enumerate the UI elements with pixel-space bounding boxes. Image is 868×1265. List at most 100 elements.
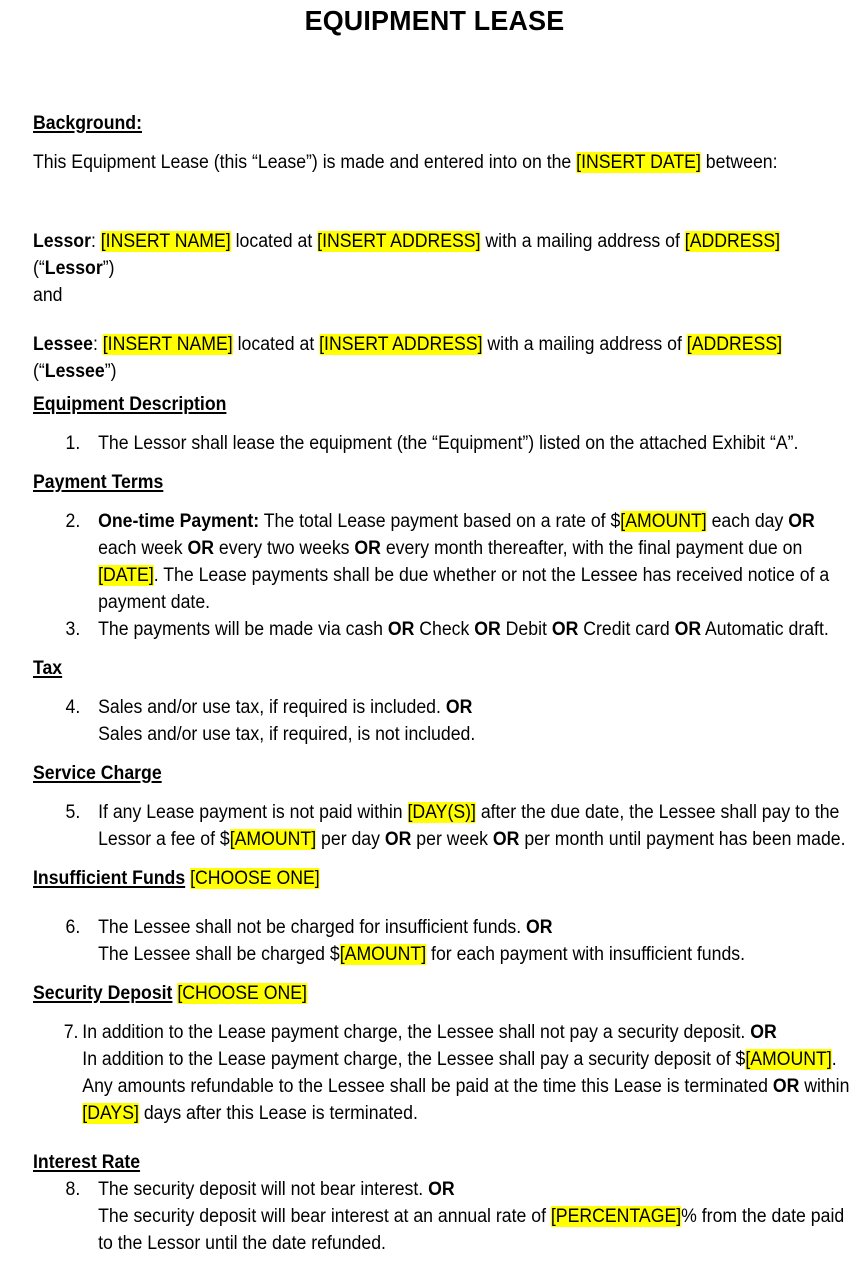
party-lessee-term: Lessee xyxy=(44,361,105,382)
list-item-1-text: The Lessor shall lease the equipment (th… xyxy=(98,433,799,454)
placeholder-payment-amount[interactable]: [AMOUNT] xyxy=(620,511,707,532)
item5-text-5: per month until payment has been made. xyxy=(519,829,846,850)
list-item-2: 2. One-time Payment: The total Lease pay… xyxy=(33,508,858,616)
placeholder-lessee-address[interactable]: [INSERT ADDRESS] xyxy=(319,334,483,355)
placeholder-security-deposit-choose-one[interactable]: [CHOOSE ONE] xyxy=(177,983,307,1004)
placeholder-refund-days[interactable]: [DAYS] xyxy=(82,1103,139,1124)
item6-option-b-text-1: The Lessee shall be charged $ xyxy=(98,944,340,965)
section-heading-tax-label: Tax xyxy=(33,658,63,679)
party-lessor-paragraph: Lessor: [INSERT NAME] located at [INSERT… xyxy=(33,228,858,282)
party-lessor-located-at: located at xyxy=(230,231,318,252)
item3-text-3: Debit xyxy=(500,619,552,640)
section-heading-equipment-description-label: Equipment Description xyxy=(33,394,227,415)
placeholder-interest-percentage[interactable]: [PERCENTAGE] xyxy=(550,1206,682,1227)
placeholder-insufficient-funds-choose-one[interactable]: [CHOOSE ONE] xyxy=(190,868,320,889)
placeholder-lessor-address[interactable]: [INSERT ADDRESS] xyxy=(317,231,481,252)
list-item-3-number: 3. xyxy=(65,619,81,640)
party-lessee-paragraph: Lessee: [INSERT NAME] located at [INSERT… xyxy=(33,331,858,385)
item3-text-5: Automatic draft. xyxy=(701,619,829,640)
item6-option-a: The Lessee shall not be charged for insu… xyxy=(98,917,527,938)
section-heading-service-charge-label: Service Charge xyxy=(33,763,162,784)
party-lessee-quote-open: (“ xyxy=(33,361,45,382)
section-heading-insufficient-funds: Insufficient Funds [CHOOSE ONE] xyxy=(33,865,858,892)
placeholder-lessor-name[interactable]: [INSERT NAME] xyxy=(100,231,231,252)
item3-text-1: The payments will be made via cash xyxy=(98,619,388,640)
item7-or-b: OR xyxy=(772,1076,800,1097)
section-heading-security-deposit: Security Deposit [CHOOSE ONE] xyxy=(33,980,858,1007)
placeholder-insufficient-funds-amount[interactable]: [AMOUNT] xyxy=(339,944,427,965)
placeholder-grace-days[interactable]: [DAY(S)] xyxy=(407,802,476,823)
list-item-6: 6. The Lessee shall not be charged for i… xyxy=(33,914,858,968)
list-item-5-text: If any Lease payment is not paid within … xyxy=(98,799,858,853)
item7-option-b-text-3: within xyxy=(799,1076,850,1097)
list-item-7-number: 7. xyxy=(63,1022,79,1043)
list-item-4: 4. Sales and/or use tax, if required is … xyxy=(33,694,858,748)
list-item-6-number: 6. xyxy=(65,917,81,938)
item5-or-2: OR xyxy=(492,829,520,850)
item7-option-b-text-1: In addition to the Lease payment charge,… xyxy=(82,1049,746,1070)
item4-option-b: Sales and/or use tax, if required, is no… xyxy=(98,724,476,745)
section-heading-payment-terms: Payment Terms xyxy=(33,469,858,496)
party-lessee-quote-close: ”) xyxy=(104,361,117,382)
item2-or-2: OR xyxy=(187,538,215,559)
party-lessee-mailing-text: with a mailing address of xyxy=(482,334,687,355)
placeholder-lessee-mailing-address[interactable]: [ADDRESS] xyxy=(686,334,783,355)
item7-option-b: In addition to the Lease payment charge,… xyxy=(82,1046,858,1127)
document-title: EQUIPMENT LEASE xyxy=(304,5,565,36)
item3-or-1: OR xyxy=(387,619,415,640)
section-heading-background-label: Background: xyxy=(33,113,142,134)
list-item-1-number: 1. xyxy=(65,433,81,454)
placeholder-lessee-name[interactable]: [INSERT NAME] xyxy=(102,334,233,355)
item8-option-a: The security deposit will not bear inter… xyxy=(98,1179,429,1200)
party-lessee-colon: : xyxy=(92,334,103,355)
item2-or-1: OR xyxy=(788,511,815,532)
item3-or-2: OR xyxy=(474,619,501,640)
item2-text-3: each week xyxy=(98,538,188,559)
party-lessee-label: Lessee xyxy=(33,334,93,355)
item5-text-1: If any Lease payment is not paid within xyxy=(98,802,408,823)
placeholder-security-deposit-amount[interactable]: [AMOUNT] xyxy=(745,1049,832,1070)
section-heading-interest-rate: Interest Rate xyxy=(33,1149,858,1176)
item2-text-1: The total Lease payment based on a rate … xyxy=(259,511,621,532)
placeholder-insert-date[interactable]: [INSERT DATE] xyxy=(576,152,701,173)
section-heading-payment-terms-label: Payment Terms xyxy=(33,472,164,493)
item6-option-b-text-2: for each payment with insufficient funds… xyxy=(426,944,746,965)
item5-or-1: OR xyxy=(384,829,412,850)
item7-option-b-text-4: days after this Lease is terminated. xyxy=(138,1103,418,1124)
item8-or: OR xyxy=(428,1179,455,1200)
party-lessor-quote-open: (“ xyxy=(33,258,45,279)
section-heading-security-deposit-label: Security Deposit xyxy=(33,983,173,1004)
section-heading-insufficient-funds-label: Insufficient Funds xyxy=(33,868,186,889)
item6-option-b: The Lessee shall be charged $[AMOUNT] fo… xyxy=(98,941,858,968)
placeholder-lessor-mailing-address[interactable]: [ADDRESS] xyxy=(684,231,781,252)
one-time-payment-label: One-time Payment: xyxy=(98,511,260,532)
item3-text-4: Credit card xyxy=(578,619,675,640)
placeholder-final-payment-date[interactable]: [DATE] xyxy=(98,565,154,586)
parties-conjunction: and xyxy=(33,285,63,306)
section-heading-equipment-description: Equipment Description xyxy=(33,391,858,418)
item2-text-6: . The Lease payments shall be due whethe… xyxy=(98,565,830,613)
item8-option-b: The security deposit will bear interest … xyxy=(98,1203,858,1257)
background-intro-text-2: between: xyxy=(700,152,778,173)
placeholder-late-fee-amount[interactable]: [AMOUNT] xyxy=(229,829,316,850)
party-lessor-quote-close: ”) xyxy=(102,258,115,279)
section-heading-interest-rate-label: Interest Rate xyxy=(33,1152,141,1173)
list-item-5-number: 5. xyxy=(65,802,81,823)
list-item-2-text: One-time Payment: The total Lease paymen… xyxy=(98,508,858,616)
section-heading-service-charge: Service Charge xyxy=(33,760,858,787)
item2-or-3: OR xyxy=(354,538,381,559)
list-item-3: 3. The payments will be made via cash OR… xyxy=(33,616,858,643)
